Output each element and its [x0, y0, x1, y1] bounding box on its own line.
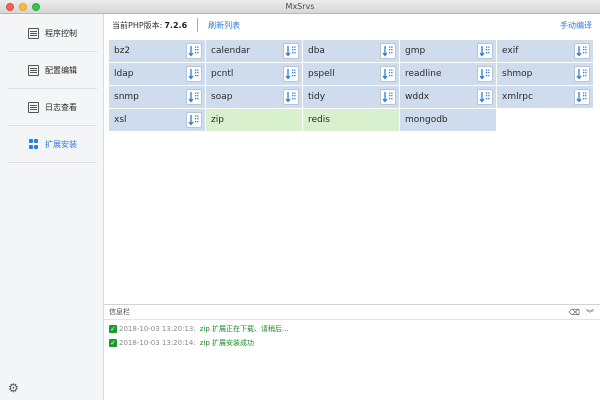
- extension-name: dba: [308, 46, 325, 56]
- refresh-list-link[interactable]: 刷新列表: [208, 20, 240, 31]
- sidebar: 程序控制 配置编辑 日志查看 扩展安装 ⚙: [0, 14, 104, 400]
- log-message: zip 扩展正在下载、请稍后...: [199, 325, 289, 333]
- extension-cell[interactable]: soap: [206, 86, 302, 108]
- collapse-chevron-icon[interactable]: ︾: [586, 308, 594, 319]
- extension-name: xmlrpc: [502, 92, 533, 102]
- log-message: zip 扩展安装成功: [199, 339, 254, 347]
- sidebar-item-log-view[interactable]: 日志查看: [8, 90, 97, 126]
- log-view-icon: [28, 102, 39, 113]
- download-sort-icon[interactable]: [380, 66, 396, 82]
- extension-cell[interactable]: redis: [303, 109, 399, 131]
- download-sort-icon[interactable]: [186, 112, 202, 128]
- extension-cell[interactable]: snmp: [109, 86, 205, 108]
- extension-name: ldap: [114, 69, 134, 79]
- extension-name: exif: [502, 46, 519, 56]
- extension-name: snmp: [114, 92, 139, 102]
- download-sort-icon[interactable]: [574, 66, 590, 82]
- download-sort-icon[interactable]: [186, 43, 202, 59]
- extension-name: soap: [211, 92, 233, 102]
- download-sort-icon[interactable]: [574, 89, 590, 105]
- extension-cell[interactable]: ldap: [109, 63, 205, 85]
- toolbar: 当前PHP版本: 7.2.6 刷新列表 手动编译: [104, 14, 600, 36]
- extension-name: wddx: [405, 92, 430, 102]
- extension-grid: bz2 calendar dba gmp exif ldap pcntl pspell read…: [109, 40, 597, 131]
- download-sort-icon[interactable]: [186, 66, 202, 82]
- sidebar-item-program-control[interactable]: 程序控制: [8, 16, 97, 52]
- extension-cell[interactable]: readline: [400, 63, 496, 85]
- php-version-label: 当前PHP版本:: [112, 20, 163, 30]
- extension-name: bz2: [114, 46, 131, 56]
- extensions-grid-icon: [28, 139, 39, 150]
- download-sort-icon[interactable]: [283, 89, 299, 105]
- download-sort-icon[interactable]: [186, 89, 202, 105]
- log-line: ✓ 2018-10-03 13:20:13: zip 扩展正在下载、请稍后...: [104, 322, 600, 336]
- program-control-icon: [28, 28, 39, 39]
- extension-cell[interactable]: xsl: [109, 109, 205, 131]
- sidebar-item-extensions[interactable]: 扩展安装: [8, 127, 97, 163]
- sidebar-item-label: 配置编辑: [45, 66, 77, 75]
- extension-name: redis: [308, 115, 330, 125]
- sidebar-item-label: 扩展安装: [45, 140, 77, 149]
- extension-cell[interactable]: pcntl: [206, 63, 302, 85]
- download-sort-icon[interactable]: [574, 43, 590, 59]
- extension-name: mongodb: [405, 115, 448, 125]
- extension-cell[interactable]: xmlrpc: [497, 86, 593, 108]
- sidebar-item-label: 日志查看: [45, 103, 77, 112]
- download-sort-icon[interactable]: [380, 43, 396, 59]
- extension-cell[interactable]: zip: [206, 109, 302, 131]
- log-list: ✓ 2018-10-03 13:20:13: zip 扩展正在下载、请稍后... ✓ 2…: [104, 322, 600, 350]
- main-panel: 当前PHP版本: 7.2.6 刷新列表 手动编译 bz2 calendar dba g…: [104, 14, 600, 400]
- success-check-icon: ✓: [109, 325, 117, 333]
- extension-name: pspell: [308, 69, 335, 79]
- sidebar-item-label: 程序控制: [45, 29, 77, 38]
- eraser-icon[interactable]: ⌫: [569, 308, 580, 319]
- info-panel-header: 信息栏 ⌫ ︾: [104, 305, 600, 320]
- download-sort-icon[interactable]: [283, 43, 299, 59]
- extension-name: zip: [211, 115, 224, 125]
- extension-cell[interactable]: shmop: [497, 63, 593, 85]
- extension-cell[interactable]: mongodb: [400, 109, 496, 131]
- extension-name: calendar: [211, 46, 251, 56]
- extension-cell[interactable]: wddx: [400, 86, 496, 108]
- extension-cell[interactable]: dba: [303, 40, 399, 62]
- extension-cell[interactable]: gmp: [400, 40, 496, 62]
- extension-cell[interactable]: bz2: [109, 40, 205, 62]
- extension-cell[interactable]: pspell: [303, 63, 399, 85]
- extension-name: pcntl: [211, 69, 234, 79]
- extension-name: tidy: [308, 92, 326, 102]
- success-check-icon: ✓: [109, 339, 117, 347]
- info-panel-tools: ⌫ ︾: [569, 308, 594, 319]
- download-sort-icon[interactable]: [283, 66, 299, 82]
- extension-name: gmp: [405, 46, 426, 56]
- php-version-value: 7.2.6: [164, 20, 188, 30]
- extension-cell[interactable]: exif: [497, 40, 593, 62]
- log-timestamp: 2018-10-03 13:20:14:: [119, 339, 196, 347]
- extension-cell[interactable]: calendar: [206, 40, 302, 62]
- title-bar: MxSrvs: [0, 0, 600, 14]
- log-timestamp: 2018-10-03 13:20:13:: [119, 325, 196, 333]
- download-sort-icon[interactable]: [477, 43, 493, 59]
- extension-name: readline: [405, 69, 442, 79]
- config-edit-icon: [28, 65, 39, 76]
- toolbar-divider: [197, 18, 199, 32]
- download-sort-icon[interactable]: [380, 89, 396, 105]
- sidebar-item-config-edit[interactable]: 配置编辑: [8, 53, 97, 89]
- log-line: ✓ 2018-10-03 13:20:14: zip 扩展安装成功: [104, 336, 600, 350]
- manual-compile-link[interactable]: 手动编译: [560, 20, 592, 31]
- download-sort-icon[interactable]: [477, 89, 493, 105]
- extension-name: shmop: [502, 69, 533, 79]
- gear-icon[interactable]: ⚙: [8, 382, 20, 394]
- extension-name: xsl: [114, 115, 127, 125]
- download-sort-icon[interactable]: [477, 66, 493, 82]
- extension-cell[interactable]: tidy: [303, 86, 399, 108]
- info-panel: 信息栏 ⌫ ︾ ✓ 2018-10-03 13:20:13: zip 扩展正在下载、…: [104, 304, 600, 400]
- info-panel-title: 信息栏: [109, 308, 130, 316]
- window-title: MxSrvs: [285, 2, 315, 11]
